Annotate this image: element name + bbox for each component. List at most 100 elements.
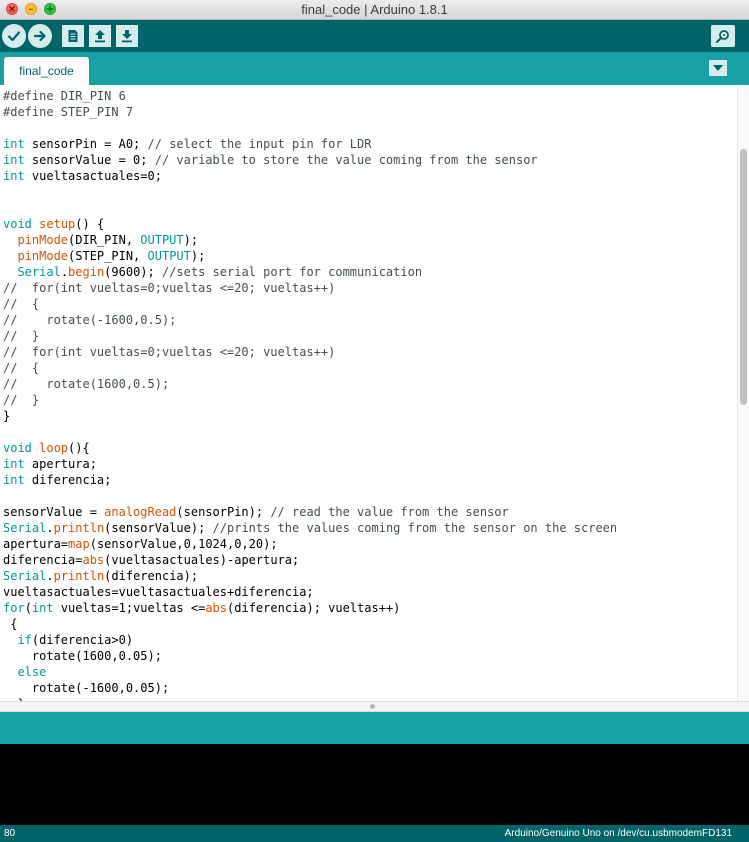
code-line[interactable] (3, 424, 617, 440)
code-token: int (3, 473, 25, 487)
code-token: apertura; (24, 457, 97, 471)
code-line[interactable]: diferencia=abs(vueltasactuales)-apertura… (3, 552, 617, 568)
checkmark-icon (7, 31, 21, 42)
code-line[interactable]: // { (3, 296, 617, 312)
open-button[interactable] (89, 25, 111, 47)
code-line[interactable]: void setup() { (3, 216, 617, 232)
code-line[interactable]: void loop(){ (3, 440, 617, 456)
chevron-down-icon (713, 65, 723, 71)
code-line[interactable]: // rotate(1600,0.5); (3, 376, 617, 392)
toolbar (0, 20, 749, 52)
code-token: rotate(-1600,0.05); (3, 681, 170, 695)
code-text[interactable]: #define DIR_PIN 6 #define STEP_PIN 7 int s… (3, 88, 617, 701)
code-line[interactable]: Serial.begin(9600); //sets serial port f… (3, 264, 617, 280)
code-token: void (3, 217, 32, 231)
code-line[interactable] (3, 488, 617, 504)
code-line[interactable]: // rotate(-1600,0.5); (3, 312, 617, 328)
code-line[interactable]: for(int vueltas=1;vueltas <=abs(diferenc… (3, 600, 617, 616)
code-line[interactable]: else (3, 664, 617, 680)
divider-grip-icon[interactable] (370, 704, 375, 709)
serial-monitor-button[interactable] (711, 25, 735, 47)
verify-button[interactable] (2, 24, 26, 48)
code-token: . (60, 265, 69, 279)
code-line[interactable]: } (3, 408, 617, 424)
code-line[interactable]: Serial.println(diferencia); (3, 568, 617, 584)
code-token: (diferencia>0) (31, 633, 134, 647)
code-line[interactable]: sensorValue = analogRead(sensorPin); // … (3, 504, 617, 520)
code-line[interactable]: vueltasactuales=vueltasactuales+diferenc… (3, 584, 617, 600)
code-line[interactable]: #define DIR_PIN 6 (3, 88, 617, 104)
upload-button[interactable] (28, 24, 52, 48)
code-line[interactable]: pinMode(STEP_PIN, OUTPUT); (3, 248, 617, 264)
code-line[interactable]: int diferencia; (3, 472, 617, 488)
line-number: 80 (4, 828, 16, 839)
console-output[interactable] (0, 744, 749, 825)
status-bar: 80 Arduino/Genuino Uno on /dev/cu.usbmod… (0, 825, 749, 842)
code-token: vueltasactuales=0; (24, 169, 162, 183)
code-token: int (3, 137, 25, 151)
code-line[interactable]: int apertura; (3, 456, 617, 472)
code-token: (sensorPin); (176, 505, 271, 519)
code-token: OUTPUT (140, 233, 184, 247)
code-token: setup (39, 217, 76, 231)
tab-final-code[interactable]: final_code (4, 57, 89, 85)
code-token: #define DIR_PIN 6 (3, 89, 126, 103)
editor-scrollbar-thumb[interactable] (740, 149, 747, 405)
code-line[interactable]: int sensorValue = 0; // variable to stor… (3, 152, 617, 168)
tab-menu-button[interactable] (709, 60, 727, 76)
code-line[interactable] (3, 200, 617, 216)
editor-console-divider[interactable] (0, 701, 749, 712)
code-token: pinMode (17, 233, 69, 247)
code-line[interactable] (3, 120, 617, 136)
code-token: Serial (17, 265, 61, 279)
code-token: vueltas=1;vueltas <= (53, 601, 206, 615)
code-line[interactable]: // } (3, 328, 617, 344)
code-line[interactable]: int vueltasactuales=0; (3, 168, 617, 184)
code-line[interactable]: rotate(-1600,0.05); (3, 680, 617, 696)
code-token: #define STEP_PIN 7 (3, 105, 134, 119)
code-token: println (53, 569, 105, 583)
code-line[interactable]: // } (3, 392, 617, 408)
code-line[interactable]: rotate(1600,0.05); (3, 648, 617, 664)
save-button[interactable] (116, 25, 138, 47)
code-token: } (3, 409, 11, 423)
code-line[interactable]: #define STEP_PIN 7 (3, 104, 617, 120)
code-token: // rotate(-1600,0.5); (3, 313, 177, 327)
title-bar: × – + final_code | Arduino 1.8.1 (0, 0, 749, 20)
code-line[interactable]: { (3, 616, 617, 632)
code-token: (9600); (104, 265, 162, 279)
window-title: final_code | Arduino 1.8.1 (301, 2, 448, 17)
code-token: (diferencia); vueltas++) (227, 601, 401, 615)
code-token: Serial (3, 569, 47, 583)
code-line[interactable]: // for(int vueltas=0;vueltas <=20; vuelt… (3, 344, 617, 360)
new-sketch-button[interactable] (62, 25, 84, 47)
code-line[interactable]: pinMode(DIR_PIN, OUTPUT); (3, 232, 617, 248)
message-area (0, 712, 749, 744)
code-token: // variable to store the value coming fr… (154, 153, 538, 167)
code-line[interactable]: // for(int vueltas=0;vueltas <=20; vuelt… (3, 280, 617, 296)
code-token: int (3, 153, 25, 167)
magnifier-icon (716, 30, 729, 43)
code-token: sensorPin = A0; (24, 137, 148, 151)
code-token: apertura= (3, 537, 69, 551)
editor-scrollbar[interactable] (737, 85, 749, 701)
code-token: for (3, 601, 25, 615)
code-token: (sensorValue); (104, 521, 213, 535)
code-token: // read the value from the sensor (270, 505, 509, 519)
code-line[interactable]: Serial.println(sensorValue); //prints th… (3, 520, 617, 536)
code-token: diferencia= (3, 553, 83, 567)
code-token: OUTPUT (147, 249, 191, 263)
code-editor[interactable]: #define DIR_PIN 6 #define STEP_PIN 7 int s… (0, 85, 737, 701)
code-line[interactable]: if(diferencia>0) (3, 632, 617, 648)
code-line[interactable]: // { (3, 360, 617, 376)
code-line[interactable] (3, 184, 617, 200)
code-line[interactable]: int sensorPin = A0; // select the input … (3, 136, 617, 152)
code-token: (diferencia); (104, 569, 199, 583)
code-line[interactable]: apertura=map(sensorValue,0,1024,0,20); (3, 536, 617, 552)
code-token: if (17, 633, 32, 647)
code-token: //prints the values coming from the sens… (212, 521, 618, 535)
